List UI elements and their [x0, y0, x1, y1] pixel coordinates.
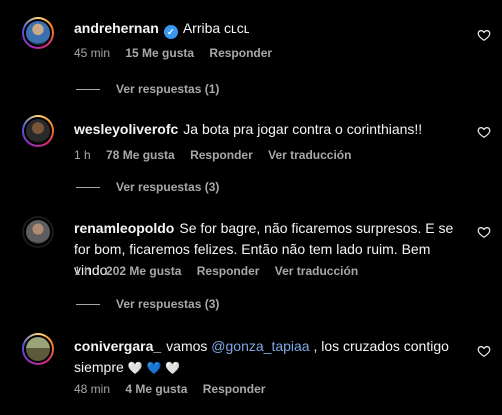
translate-button[interactable]: Ver traducción	[275, 264, 358, 278]
comment-time: 1 h	[74, 148, 91, 162]
view-replies-label: Ver respuestas (3)	[116, 297, 220, 311]
comment-username[interactable]: andrehernan	[74, 20, 159, 36]
divider	[76, 304, 100, 306]
likes-count[interactable]: 4 Me gusta	[125, 382, 187, 396]
comment-time: 45 min	[74, 46, 111, 60]
heart-outline-icon[interactable]	[477, 225, 491, 239]
divider	[76, 187, 100, 189]
likes-count[interactable]: 78 Me gusta	[106, 148, 175, 162]
avatar[interactable]	[22, 115, 54, 147]
divider	[76, 89, 100, 91]
translate-button[interactable]: Ver traducción	[268, 148, 351, 162]
reply-button[interactable]: Responder	[197, 264, 260, 278]
reply-button[interactable]: Responder	[203, 382, 266, 396]
view-replies-button[interactable]: Ver respuestas (3)	[76, 297, 219, 311]
comment-time: 1 h	[74, 264, 91, 278]
comment-text: Arriba ᴄʟᴄʟ	[182, 20, 250, 36]
view-replies-button[interactable]: Ver respuestas (1)	[76, 82, 219, 96]
view-replies-button[interactable]: Ver respuestas (3)	[76, 180, 219, 194]
view-replies-label: Ver respuestas (1)	[116, 82, 220, 96]
heart-outline-icon[interactable]	[477, 344, 491, 358]
verified-badge-icon: ✓	[163, 25, 178, 39]
comment-text: Ja bota pra jogar contra o corinthians!!	[183, 121, 423, 137]
likes-count[interactable]: 202 Me gusta	[106, 264, 181, 278]
heart-outline-icon[interactable]	[477, 28, 491, 42]
reply-button[interactable]: Responder	[190, 148, 253, 162]
mention-link[interactable]: @gonza_tapiaa	[211, 338, 309, 354]
likes-count[interactable]: 15 Me gusta	[125, 46, 194, 60]
comment-time: 48 min	[74, 382, 111, 396]
avatar[interactable]	[22, 17, 54, 49]
avatar[interactable]	[22, 333, 54, 365]
avatar[interactable]	[22, 216, 54, 248]
heart-outline-icon[interactable]	[477, 125, 491, 139]
comment-text: vamos	[166, 338, 212, 354]
white-heart-emoji: 🤍	[165, 361, 181, 375]
comment-username[interactable]: renamleopoldo	[74, 220, 174, 236]
white-heart-emoji: 🤍	[127, 361, 143, 375]
comment-username[interactable]: wesleyoliverofc	[74, 121, 178, 137]
comment-username[interactable]: conivergara_	[74, 338, 161, 354]
reply-button[interactable]: Responder	[209, 46, 272, 60]
blue-heart-emoji: 💙	[146, 361, 162, 375]
view-replies-label: Ver respuestas (3)	[116, 180, 220, 194]
